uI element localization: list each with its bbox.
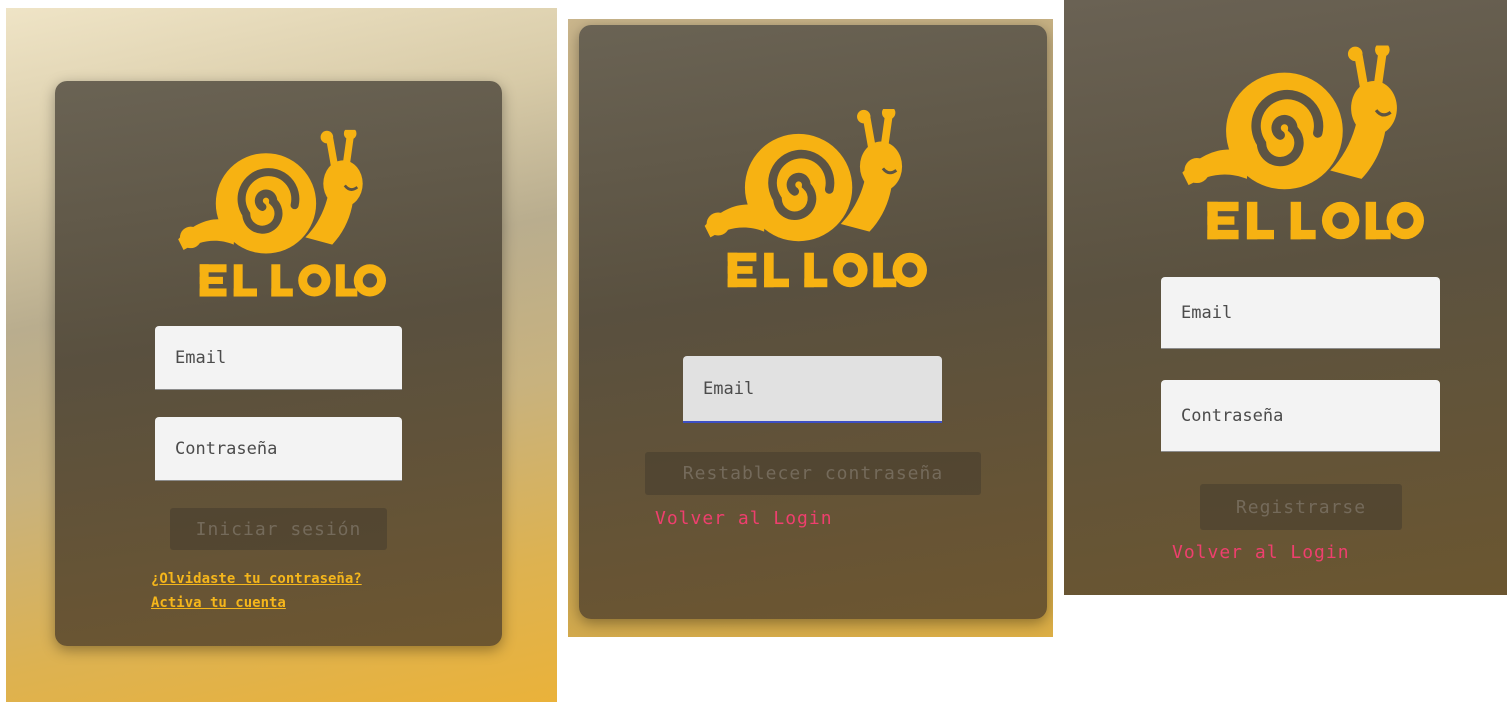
- back-to-login-link[interactable]: Volver al Login: [655, 508, 833, 529]
- email-placeholder: Email: [175, 347, 227, 368]
- login-button-label: Iniciar sesión: [195, 518, 362, 540]
- email-placeholder: Email: [1181, 302, 1233, 323]
- login-screen: Email Contraseña Iniciar sesión ¿Olvidas…: [6, 8, 557, 702]
- register-button[interactable]: Registrarse: [1200, 484, 1402, 530]
- register-screen: Email Contraseña Registrarse Volver al L…: [1064, 0, 1507, 595]
- password-field[interactable]: Contraseña: [155, 417, 402, 481]
- login-card: Email Contraseña Iniciar sesión ¿Olvidas…: [55, 81, 502, 646]
- el-lolo-logo: [1174, 42, 1424, 247]
- reset-password-screen: Email Restablecer contraseña Volver al L…: [568, 19, 1053, 637]
- email-field[interactable]: Email: [1161, 277, 1440, 349]
- password-placeholder: Contraseña: [175, 438, 278, 459]
- reset-card: Email Restablecer contraseña Volver al L…: [579, 25, 1047, 619]
- register-button-label: Registrarse: [1235, 496, 1367, 518]
- forgot-password-link[interactable]: ¿Olvidaste tu contraseña?: [151, 571, 362, 587]
- password-field[interactable]: Contraseña: [1161, 380, 1440, 452]
- el-lolo-logo: [697, 105, 927, 295]
- email-placeholder: Email: [703, 378, 755, 399]
- el-lolo-logo: [171, 125, 386, 305]
- reset-button-label: Restablecer contraseña: [682, 463, 944, 484]
- email-field[interactable]: Email: [683, 356, 942, 423]
- activate-account-link[interactable]: Activa tu cuenta: [151, 595, 286, 611]
- login-button[interactable]: Iniciar sesión: [170, 508, 387, 550]
- email-field[interactable]: Email: [155, 326, 402, 390]
- reset-password-button[interactable]: Restablecer contraseña: [645, 452, 981, 495]
- password-placeholder: Contraseña: [1181, 405, 1284, 426]
- back-to-login-link[interactable]: Volver al Login: [1172, 542, 1350, 563]
